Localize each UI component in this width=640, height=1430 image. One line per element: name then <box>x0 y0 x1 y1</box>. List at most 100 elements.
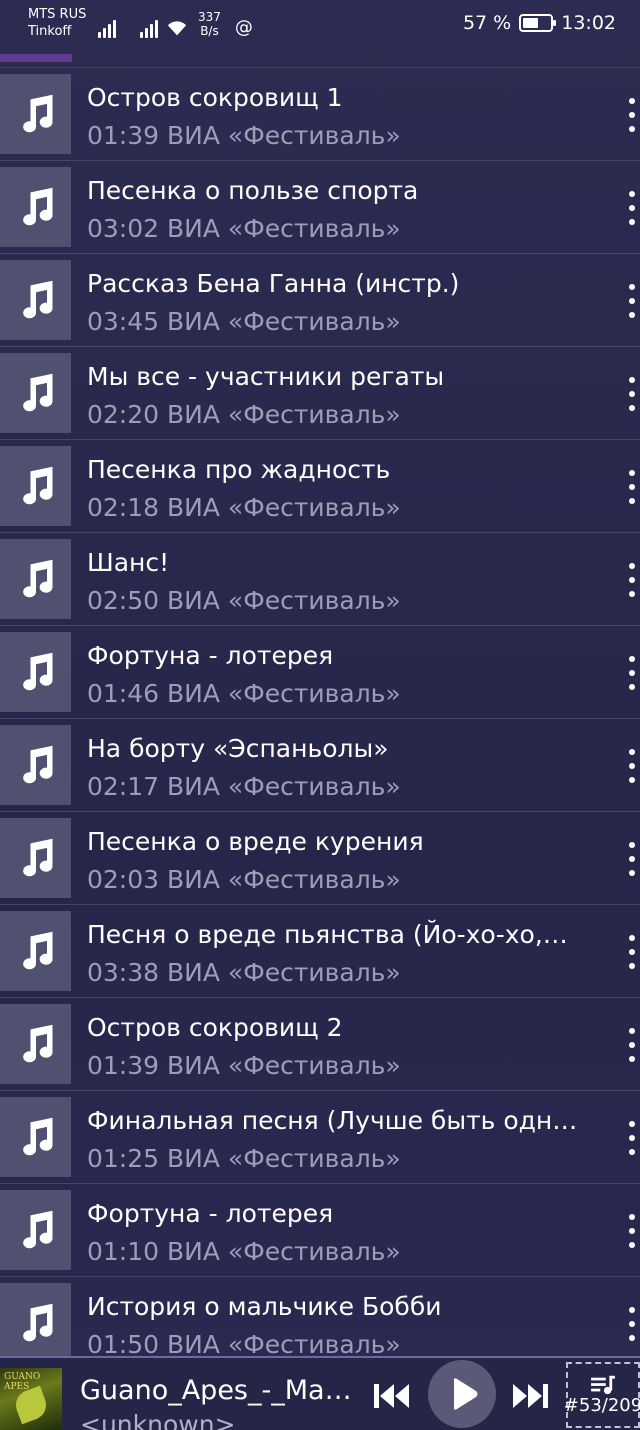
track-title: Фортуна - лотерея <box>87 1199 334 1228</box>
track-title: На борту «Эспаньолы» <box>87 734 389 763</box>
more-vertical-icon[interactable] <box>624 191 640 225</box>
track-thumbnail <box>0 1283 71 1363</box>
track-row[interactable]: Песня о вреде пьянства (Йо-хо-хо,… 03:38 … <box>0 905 640 998</box>
track-title: Фортуна - лотерея <box>87 641 334 670</box>
track-thumbnail <box>0 1004 71 1084</box>
track-duration-artist: 01:25 ВИА «Фестиваль» <box>87 1144 401 1173</box>
skip-previous-icon <box>374 1384 409 1408</box>
signal-icon-secondary <box>140 18 158 38</box>
track-thumbnail <box>0 260 71 340</box>
track-duration-artist: 02:20 ВИА «Фестиваль» <box>87 400 401 429</box>
more-vertical-icon[interactable] <box>624 470 640 504</box>
track-thumbnail <box>0 353 71 433</box>
mini-player[interactable]: GUANO APES Guano_Apes_-_Ma… <unknown> #5… <box>0 1356 640 1430</box>
more-vertical-icon[interactable] <box>624 563 640 597</box>
music-note-icon <box>22 838 52 877</box>
music-note-icon <box>22 1024 52 1063</box>
music-note-icon <box>22 187 52 226</box>
track-row[interactable]: Мы все - участники регаты 02:20 ВИА «Фест… <box>0 347 640 440</box>
track-title: Остров сокровищ 1 <box>87 83 343 112</box>
track-thumbnail <box>0 167 71 247</box>
status-icons: 337 B/s @ <box>98 10 253 38</box>
track-duration-artist: 02:18 ВИА «Фестиваль» <box>87 493 401 522</box>
track-title: Остров сокровищ 2 <box>87 1013 343 1042</box>
queue-button[interactable]: #53/209 <box>564 1362 640 1428</box>
track-row[interactable]: На борту «Эспаньолы» 02:17 ВИА «Фестиваль… <box>0 719 640 812</box>
more-vertical-icon[interactable] <box>624 656 640 690</box>
more-vertical-icon[interactable] <box>624 284 640 318</box>
carrier-name-secondary: Tinkoff <box>28 24 72 39</box>
music-note-icon <box>22 652 52 691</box>
network-speed: 337 B/s <box>198 10 221 38</box>
track-duration-artist: 01:39 ВИА «Фестиваль» <box>87 121 401 150</box>
music-note-icon <box>22 280 52 319</box>
previous-row-stub <box>0 54 72 62</box>
music-note-icon <box>22 1303 52 1342</box>
more-vertical-icon[interactable] <box>624 749 640 783</box>
track-title: Финальная песня (Лучше быть одн… <box>87 1106 578 1135</box>
track-thumbnail <box>0 446 71 526</box>
track-title: Песенка про жадность <box>87 455 391 484</box>
track-title: Песня о вреде пьянства (Йо-хо-хо,… <box>87 920 568 949</box>
more-vertical-icon[interactable] <box>624 1028 640 1062</box>
track-row[interactable]: Финальная песня (Лучше быть одн… 01:25 ВИ… <box>0 1091 640 1184</box>
wifi-icon <box>167 21 187 36</box>
album-art[interactable]: GUANO APES <box>0 1368 62 1430</box>
more-vertical-icon[interactable] <box>624 1121 640 1155</box>
more-vertical-icon[interactable] <box>624 1214 640 1248</box>
track-duration-artist: 02:50 ВИА «Фестиваль» <box>87 586 401 615</box>
more-vertical-icon[interactable] <box>624 842 640 876</box>
track-duration-artist: 02:03 ВИА «Фестиваль» <box>87 865 401 894</box>
track-title: Рассказ Бена Ганна (инстр.) <box>87 269 460 298</box>
carrier-name: MTS RUS <box>28 7 87 22</box>
more-vertical-icon[interactable] <box>624 935 640 969</box>
track-row[interactable]: Остров сокровищ 1 01:39 ВИА «Фестиваль» <box>0 68 640 161</box>
track-thumbnail <box>0 632 71 712</box>
track-row[interactable]: Песенка про жадность 02:18 ВИА «Фестиваль… <box>0 440 640 533</box>
now-playing-title[interactable]: Guano_Apes_-_Ma… <box>80 1374 360 1408</box>
play-icon <box>454 1378 478 1410</box>
track-duration-artist: 01:39 ВИА «Фестиваль» <box>87 1051 401 1080</box>
more-vertical-icon[interactable] <box>624 1307 640 1341</box>
next-button[interactable] <box>508 1376 552 1416</box>
music-note-icon <box>22 559 52 598</box>
music-note-icon <box>22 94 52 133</box>
music-note-icon <box>22 745 52 784</box>
track-row[interactable]: Фортуна - лотерея 01:10 ВИА «Фестиваль» <box>0 1184 640 1277</box>
track-duration-artist: 01:46 ВИА «Фестиваль» <box>87 679 401 708</box>
track-row[interactable]: Остров сокровищ 2 01:39 ВИА «Фестиваль» <box>0 998 640 1091</box>
track-thumbnail <box>0 74 71 154</box>
status-right: 57 % 13:02 <box>463 12 616 34</box>
previous-button[interactable] <box>370 1376 414 1416</box>
clock: 13:02 <box>561 12 616 34</box>
music-note-icon <box>22 373 52 412</box>
status-bar: MTS RUS Tinkoff 337 B/s @ 57 % 13:02 <box>0 0 640 48</box>
music-note-icon <box>22 466 52 505</box>
track-title: Шанс! <box>87 548 170 577</box>
track-duration-artist: 03:38 ВИА «Фестиваль» <box>87 958 401 987</box>
more-vertical-icon[interactable] <box>624 98 640 132</box>
battery-icon <box>519 14 557 32</box>
queue-music-icon <box>591 1375 615 1395</box>
music-note-icon <box>22 1210 52 1249</box>
play-button[interactable] <box>428 1360 496 1428</box>
track-row[interactable]: Фортуна - лотерея 01:46 ВИА «Фестиваль» <box>0 626 640 719</box>
track-thumbnail <box>0 818 71 898</box>
track-row[interactable]: Песенка о пользе спорта 03:02 ВИА «Фестив… <box>0 161 640 254</box>
track-thumbnail <box>0 1190 71 1270</box>
track-list: Остров сокровищ 1 01:39 ВИА «Фестиваль» Пе… <box>0 68 640 1370</box>
signal-icon <box>98 18 116 38</box>
track-row[interactable]: Рассказ Бена Ганна (инстр.) 03:45 ВИА «Фе… <box>0 254 640 347</box>
previous-row-partial <box>0 48 640 68</box>
track-row[interactable]: Песенка о вреде курения 02:03 ВИА «Фестив… <box>0 812 640 905</box>
more-vertical-icon[interactable] <box>624 377 640 411</box>
track-thumbnail <box>0 1097 71 1177</box>
battery-percent: 57 % <box>462 12 512 34</box>
track-duration-artist: 03:45 ВИА «Фестиваль» <box>87 307 401 336</box>
at-sign-icon: @ <box>234 17 253 38</box>
skip-next-icon <box>513 1384 548 1408</box>
track-title: Мы все - участники регаты <box>87 362 445 391</box>
track-duration-artist: 03:02 ВИА «Фестиваль» <box>87 214 401 243</box>
track-row[interactable]: Шанс! 02:50 ВИА «Фестиваль» <box>0 533 640 626</box>
track-thumbnail <box>0 539 71 619</box>
